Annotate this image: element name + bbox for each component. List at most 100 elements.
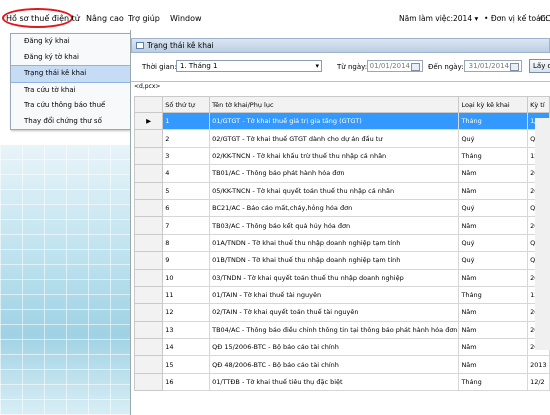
year-select[interactable]: 2014 ▾ [453,14,478,23]
table-row[interactable]: 2 02/GTGT - Tờ khai thuế GTGT dành cho dự… [133,129,550,148]
dropdown-menu: Đăng ký khai Đăng ký tờ khai Trạng thái … [10,33,130,130]
fetch-button[interactable]: Lấy d [529,59,550,73]
cell-loai-ky: Năm [458,216,529,235]
row-indicator[interactable] [133,285,164,305]
table-row[interactable]: ▶ 1 01/GTGT - Tờ khai thuế giá trị gia tăn… [133,111,550,131]
cell-stt: 3 [162,146,211,166]
menu-nang-cao[interactable]: Nâng cao [86,14,124,23]
calendar-icon[interactable] [510,63,519,71]
cell-ten-to-khai: 01/TTĐB - Tờ khai thuế tiêu thụ đặc biệt [209,372,460,392]
cell-loai-ky: Năm [458,181,529,200]
cell-ten-to-khai: 02/GTGT - Tờ khai thuế GTGT dành cho dự … [209,129,460,148]
table-row[interactable]: 4 TB01/AC - Thông báo phát hành hóa đơn Nă… [133,164,550,183]
table-row[interactable]: 16 01/TTĐB - Tờ khai thuế tiêu thụ đặc bi… [133,372,550,392]
table-row[interactable]: 9 01B/TNDN - Tờ khai thuế thu nhập doanh … [133,251,550,270]
cell-loai-ky: Quý [458,198,529,218]
row-indicator[interactable] [133,181,164,200]
row-indicator[interactable] [133,268,164,287]
vertical-scrollbar[interactable] [535,118,550,350]
unit-value[interactable]: CC [540,14,550,23]
row-indicator[interactable] [133,355,164,374]
row-indicator[interactable] [133,372,164,392]
table-row[interactable]: 15 QĐ 48/2006-BTC - Bộ báo cáo tài chính N… [133,355,550,374]
menu-bar: Hồ sơ thuế điện tử Nâng cao Trợ giúp Win… [0,0,550,30]
cell-stt: 15 [162,355,211,374]
cell-loai-ky: Năm [458,303,529,322]
panel-title: Trạng thái kê khai [147,41,214,50]
cell-stt: 9 [162,251,211,270]
to-date-field[interactable]: 31/01/2014 [464,60,522,72]
cell-loai-ky: Quý [458,251,529,270]
col-header-ten-to-khai[interactable]: Tên tờ khai/Phụ lục [209,96,460,113]
table-row[interactable]: 10 03/TNDN - Tờ khai quyết toán thuế thu … [133,268,550,287]
table-row[interactable]: 3 02/KK-TNCN - Tờ khai khấu trừ thuế thu … [133,146,550,166]
row-indicator[interactable] [133,303,164,322]
row-indicator[interactable] [133,164,164,183]
from-date-field[interactable]: 01/01/2014 [367,60,423,72]
cell-stt: 16 [162,372,211,392]
dropdown-item-dang-ky-to-khai[interactable]: Đăng ký tờ khai [11,50,130,66]
sidebar: Đăng ký khai Đăng ký tờ khai Trạng thái … [0,30,131,415]
time-label: Thời gian: [142,63,177,71]
cell-stt: 8 [162,233,211,253]
table-row[interactable]: 6 BC21/AC - Báo cáo mất,cháy,hỏng hóa đơn… [133,198,550,218]
dropdown-item-dang-ky-khai[interactable]: Đăng ký khai [11,34,130,50]
from-date-value: 01/01/2014 [369,62,410,70]
row-indicator[interactable] [133,129,164,148]
dropdown-item-thay-doi-chung-thu-so[interactable]: Thay đổi chứng thư số [11,114,130,130]
to-date-value: 31/01/2014 [468,62,509,70]
cell-stt: 13 [162,320,211,340]
time-select[interactable]: 1. Tháng 1 ▾ [176,60,322,72]
cell-ten-to-khai: 01A/TNDN - Tờ khai thuế thu nhập doanh n… [209,233,460,253]
row-indicator[interactable] [133,216,164,235]
row-indicator[interactable] [133,320,164,340]
dropdown-item-tra-cuu-thong-bao-thue[interactable]: Tra cứu thông báo thuế [11,98,130,114]
cell-ky-tinh-thue: 12/2 [527,372,550,392]
calendar-icon[interactable] [411,63,420,71]
cell-ten-to-khai: 03/TNDN - Tờ khai quyết toán thuế thu nh… [209,268,460,287]
menu-tro-giup[interactable]: Trợ giúp [128,14,160,23]
cell-stt: 10 [162,268,211,287]
cell-ten-to-khai: TB04/AC - Thông báo điều chỉnh thông tin… [209,320,460,340]
declaration-table: Số thứ tự Tên tờ khai/Phụ lục Loại kỳ kê… [133,96,550,392]
cell-stt: 7 [162,216,211,235]
row-pointer-icon[interactable]: ▶ [133,111,164,131]
panel-title-bar: Trạng thái kê khai [131,38,550,53]
table-row[interactable]: 8 01A/TNDN - Tờ khai thuế thu nhập doanh … [133,233,550,253]
table-row[interactable]: 7 TB03/AC - Thông báo kết quả hủy hóa đơn… [133,216,550,235]
cell-ten-to-khai: QĐ 48/2006-BTC - Bộ báo cáo tài chính [209,355,460,374]
menu-ho-so-thue-dien-tu[interactable]: Hồ sơ thuế điện tử [6,14,80,23]
dropdown-item-trang-thai-ke-khai[interactable]: Trạng thái kê khai [11,65,130,83]
cell-ten-to-khai: BC21/AC - Báo cáo mất,cháy,hỏng hóa đơn [209,198,460,218]
menu-window[interactable]: Window [170,14,202,23]
col-header-loai-ky[interactable]: Loại kỳ kê khai [458,96,529,113]
row-indicator[interactable] [133,146,164,166]
cell-ten-to-khai: QĐ 15/2006-BTC - Bộ báo cáo tài chính [209,338,460,357]
table-row[interactable]: 11 01/TAIN - Tờ khai thuế tài nguyên Tháng… [133,285,550,305]
from-label: Từ ngày: [337,63,368,71]
cell-stt: 2 [162,129,211,148]
table-row[interactable]: 14 QĐ 15/2006-BTC - Bộ báo cáo tài chính N… [133,338,550,357]
cell-loai-ky: Năm [458,338,529,357]
row-indicator[interactable] [133,198,164,218]
row-indicator[interactable] [133,233,164,253]
row-indicator[interactable] [133,338,164,357]
table-row[interactable]: 12 02/TAIN - Tờ khai quyết toán thuế tài … [133,303,550,322]
sidebar-decoration [0,145,130,415]
year-label: Năm làm việc: [399,14,454,23]
cell-stt: 1 [162,111,211,131]
cell-loai-ky: Năm [458,355,529,374]
cell-loai-ky: Tháng [458,285,529,305]
col-header-stt[interactable]: Số thứ tự [162,96,211,113]
cell-ten-to-khai: 01/GTGT - Tờ khai thuế giá trị gia tăng … [209,111,460,131]
col-header-ky-tinh-thue[interactable]: Kỳ tí [527,96,550,113]
cell-loai-ky: Năm [458,268,529,287]
row-indicator-header [133,96,164,113]
window-icon [136,42,144,49]
table-row[interactable]: 13 TB04/AC - Thông báo điều chỉnh thông t… [133,320,550,340]
dropdown-item-tra-cuu-to-khai[interactable]: Tra cứu tờ khai [11,83,130,99]
time-value: 1. Tháng 1 [180,62,218,70]
cell-stt: 6 [162,198,211,218]
row-indicator[interactable] [133,251,164,270]
table-row[interactable]: 5 05/KK-TNCN - Tờ khai quyết toán thuế th… [133,181,550,200]
